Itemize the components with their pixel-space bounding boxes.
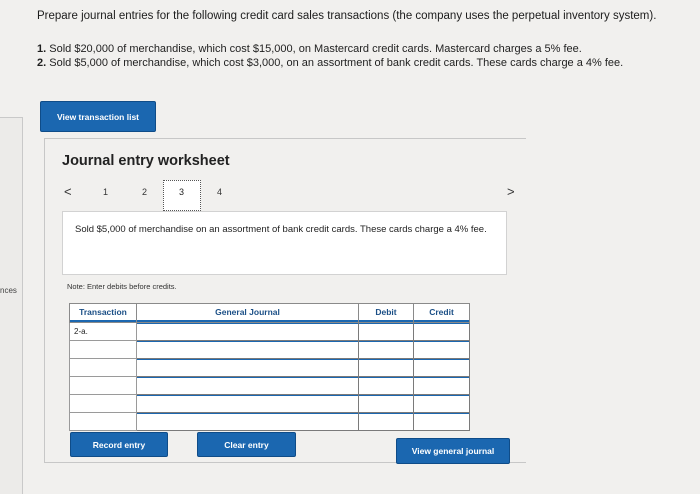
credit-input[interactable] [413, 394, 470, 413]
record-entry-button[interactable]: Record entry [70, 432, 168, 457]
page-4[interactable]: 4 [217, 187, 222, 197]
question-item: 1. Sold $20,000 of merchandise, which co… [37, 43, 582, 55]
col-general-journal: General Journal [136, 303, 359, 323]
view-general-journal-button[interactable]: View general journal [396, 438, 510, 464]
credit-input[interactable] [413, 412, 470, 431]
table-row: 2-a. [69, 322, 470, 341]
col-transaction: Transaction [69, 303, 137, 323]
debit-input[interactable] [358, 394, 414, 413]
sidebar-label: nces [0, 286, 17, 295]
entry-note: Note: Enter debits before credits. [67, 282, 177, 291]
page-1[interactable]: 1 [103, 187, 108, 197]
table-row [69, 376, 470, 395]
credit-input[interactable] [413, 340, 470, 359]
debit-input[interactable] [358, 340, 414, 359]
clear-entry-button[interactable]: Clear entry [197, 432, 296, 457]
view-transaction-list-button[interactable]: View transaction list [40, 101, 156, 132]
page-2[interactable]: 2 [142, 187, 147, 197]
account-input[interactable] [136, 358, 359, 377]
credit-input[interactable] [413, 322, 470, 341]
question-prompt: Prepare journal entries for the followin… [37, 10, 657, 22]
account-input[interactable] [136, 322, 359, 341]
account-input[interactable] [136, 394, 359, 413]
transaction-description: Sold $5,000 of merchandise on an assortm… [62, 211, 507, 275]
chevron-left-icon[interactable]: < [64, 184, 72, 199]
account-input[interactable] [136, 340, 359, 359]
credit-input[interactable] [413, 358, 470, 377]
col-credit: Credit [413, 303, 470, 323]
account-input[interactable] [136, 412, 359, 431]
debit-input[interactable] [358, 322, 414, 341]
question-item: 2. Sold $5,000 of merchandise, which cos… [37, 57, 624, 69]
worksheet-pager: < 1 2 3 4 > [60, 180, 530, 211]
chevron-right-icon[interactable]: > [507, 184, 515, 199]
credit-input[interactable] [413, 376, 470, 395]
col-debit: Debit [358, 303, 414, 323]
table-row [69, 340, 470, 359]
worksheet-title: Journal entry worksheet [62, 153, 230, 169]
question-items: 1. Sold $20,000 of merchandise, which co… [37, 42, 623, 70]
table-row [69, 358, 470, 377]
journal-table: Transaction General Journal Debit Credit… [69, 303, 470, 431]
left-rail [0, 117, 23, 494]
debit-input[interactable] [358, 412, 414, 431]
account-input[interactable] [136, 376, 359, 395]
debit-input[interactable] [358, 376, 414, 395]
transaction-cell: 2-a. [69, 322, 137, 341]
table-row [69, 394, 470, 413]
page-3-active[interactable]: 3 [163, 180, 201, 211]
debit-input[interactable] [358, 358, 414, 377]
table-row [69, 412, 470, 431]
